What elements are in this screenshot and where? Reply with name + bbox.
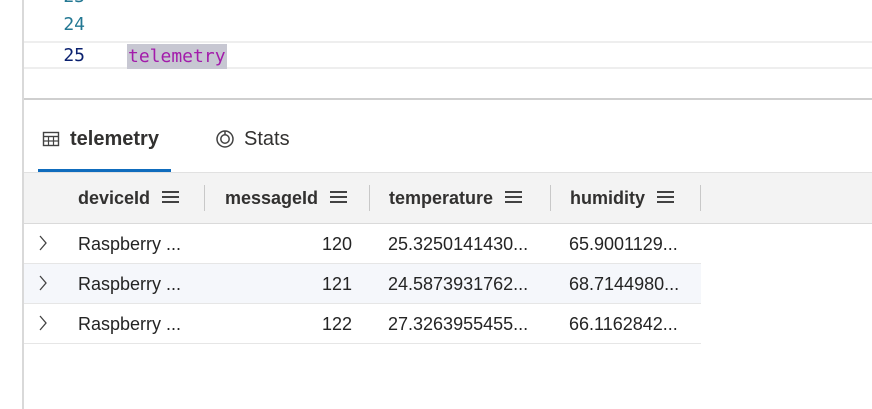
- column-header-humidity[interactable]: humidity: [570, 173, 675, 223]
- column-title: humidity: [570, 187, 645, 208]
- query-editor-app: 23 24 25 telemetry telemetry: [0, 0, 872, 409]
- tab-stats[interactable]: Stats: [214, 122, 290, 156]
- cell-messageid: 120: [321, 234, 352, 254]
- column-resize-handle[interactable]: [369, 185, 370, 211]
- table-icon: [40, 128, 62, 150]
- cell-humidity: 68.7144980...: [569, 274, 680, 294]
- column-menu-icon[interactable]: [162, 191, 180, 205]
- column-header-messageid[interactable]: messageId: [225, 173, 348, 223]
- cell-deviceid: Raspberry ...: [78, 234, 182, 254]
- editor-line-24: 24: [24, 10, 872, 38]
- cell-humidity: 65.9001129...: [569, 234, 678, 254]
- column-menu-icon[interactable]: [657, 191, 675, 205]
- results-tabs: telemetry Stats: [24, 100, 872, 172]
- editor-line-25[interactable]: 25 telemetry: [24, 41, 872, 69]
- editor-line-23: 23: [24, 0, 872, 10]
- column-menu-icon[interactable]: [505, 191, 523, 205]
- code-editor[interactable]: 23 24 25 telemetry: [24, 0, 872, 99]
- cell-temperature: 27.3263955455...: [388, 314, 529, 334]
- column-title: deviceId: [78, 187, 151, 208]
- chevron-right-icon[interactable]: [36, 313, 50, 333]
- cell-humidity: 66.1162842...: [569, 314, 678, 334]
- cell-temperature: 25.3250141430...: [388, 234, 529, 254]
- table-row[interactable]: Raspberry ... 121 24.5873931762... 68.71…: [24, 264, 701, 304]
- table-row[interactable]: Raspberry ... 120 25.3250141430... 65.90…: [24, 224, 701, 264]
- cell-temperature: 24.5873931762...: [388, 274, 529, 294]
- column-header-deviceid[interactable]: deviceId: [78, 173, 180, 223]
- cell-deviceid: Raspberry ...: [78, 314, 182, 334]
- table-row[interactable]: Raspberry ... 122 27.3263955455... 66.11…: [24, 304, 701, 344]
- tab-label: Stats: [244, 127, 290, 150]
- line-number: 25: [63, 45, 85, 66]
- results-grid: deviceId messageId temperature humidity: [24, 172, 872, 409]
- column-menu-icon[interactable]: [330, 191, 348, 205]
- cell-messageid: 122: [321, 314, 352, 334]
- column-resize-handle[interactable]: [700, 185, 701, 211]
- column-resize-handle[interactable]: [550, 185, 551, 211]
- cell-deviceid: Raspberry ...: [78, 274, 182, 294]
- column-title: temperature: [389, 187, 494, 208]
- column-resize-handle[interactable]: [204, 185, 205, 211]
- line-number: 24: [63, 14, 85, 35]
- line-number: 23: [24, 0, 85, 7]
- tab-telemetry[interactable]: telemetry: [40, 122, 159, 156]
- column-title: messageId: [225, 187, 319, 208]
- tab-label: telemetry: [70, 127, 159, 150]
- stats-icon: [214, 128, 236, 150]
- cell-messageid: 121: [321, 274, 352, 294]
- query-text[interactable]: telemetry: [127, 44, 227, 69]
- chevron-right-icon[interactable]: [36, 233, 50, 253]
- column-header-temperature[interactable]: temperature: [389, 173, 523, 223]
- grid-header: deviceId messageId temperature humidity: [24, 172, 872, 224]
- chevron-right-icon[interactable]: [36, 273, 50, 293]
